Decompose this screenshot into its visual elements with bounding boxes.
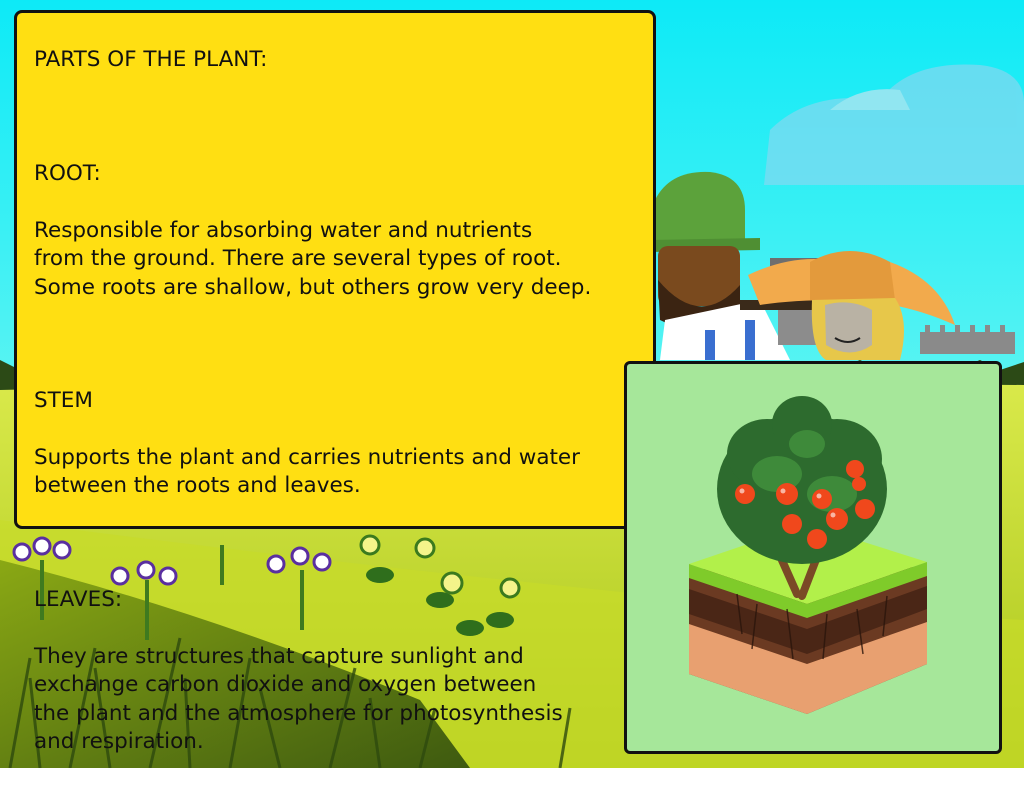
leaves-title: LEAVES: — [34, 587, 123, 613]
stem-description: Supports the plant and carries nutrients… — [34, 445, 581, 499]
leaves-description: They are structures that capture sunligh… — [34, 643, 563, 755]
info-panel: PARTS OF THE PLANT: ROOT: Responsible fo… — [14, 10, 656, 754]
root-description: Responsible for absorbing water and nutr… — [34, 217, 592, 300]
plant-illustration-card — [624, 361, 1002, 754]
root-title: ROOT: — [34, 161, 101, 187]
stem-title: STEM — [34, 388, 93, 414]
heading-parts-of-plant: PARTS OF THE PLANT: — [34, 47, 268, 73]
tomato-plant-icon — [689, 396, 927, 714]
